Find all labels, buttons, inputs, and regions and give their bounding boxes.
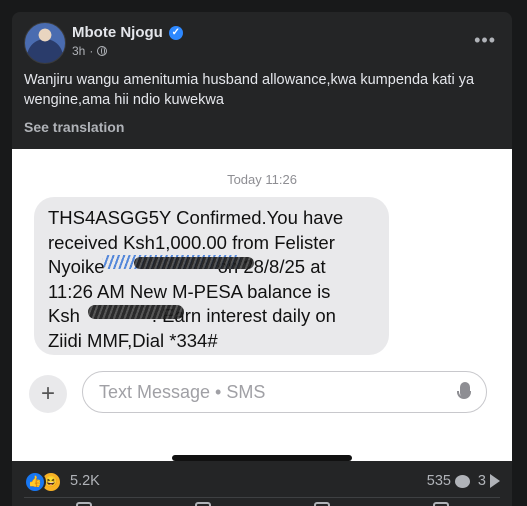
- reactions-row: 👍 😆 5.2K 535 3: [24, 461, 500, 498]
- like-reaction-icon: 👍: [24, 471, 46, 493]
- post-image[interactable]: Today 11:26 THS4ASGG5Y Confirmed.You hav…: [12, 149, 512, 461]
- reaction-icons[interactable]: 👍 😆: [24, 471, 62, 493]
- globe-icon: [97, 46, 108, 56]
- post-header: Mbote Njogu ✓ 3h · •••: [12, 12, 512, 72]
- see-translation-link[interactable]: See translation: [24, 119, 124, 135]
- verified-badge-icon: ✓: [168, 25, 183, 40]
- redaction-scribble: [134, 257, 254, 269]
- share-icon: [432, 502, 449, 506]
- author-name[interactable]: Mbote Njogu: [72, 24, 163, 41]
- sms-line: Ziidi MMF,Dial *334#: [48, 329, 218, 351]
- sms-line: 11:26 AM New M-PESA balance is: [48, 280, 331, 302]
- redaction-scribble: [88, 305, 184, 319]
- reactions-count[interactable]: 5.2K: [70, 473, 100, 489]
- add-attachment-button[interactable]: +: [29, 375, 67, 413]
- share-button[interactable]: [432, 500, 449, 506]
- comment-icon: [455, 474, 470, 488]
- meta-separator: ·: [89, 44, 94, 58]
- comment-button[interactable]: [194, 500, 211, 506]
- send-icon: [313, 502, 330, 506]
- post-caption: Wanjiru wangu amenitumia husband allowan…: [24, 72, 475, 108]
- post-meta: 3h ·: [72, 44, 108, 58]
- share-icon: [490, 474, 500, 488]
- post-actions: [24, 500, 500, 506]
- author-avatar[interactable]: [24, 22, 66, 64]
- sms-line: THS4ASGG5Y Confirmed.You have: [48, 207, 344, 228]
- sms-timestamp: Today 11:26: [227, 172, 297, 187]
- sms-compose-field[interactable]: Text Message • SMS: [82, 371, 487, 413]
- shares-count: 3: [477, 473, 486, 489]
- like-icon: [75, 502, 92, 506]
- comments-summary[interactable]: 535: [427, 473, 470, 489]
- more-options-icon[interactable]: •••: [474, 30, 496, 51]
- post-time[interactable]: 3h: [72, 44, 85, 58]
- sms-line: received Ksh1,000.00 from Felister: [48, 231, 335, 253]
- shares-summary[interactable]: 3: [478, 473, 500, 489]
- comments-count: 535: [426, 473, 451, 489]
- facebook-post: Mbote Njogu ✓ 3h · ••• Wanjiru wangu ame…: [12, 12, 512, 506]
- microphone-icon[interactable]: [457, 382, 471, 399]
- sms-bubble: THS4ASGG5Y Confirmed.You have received K…: [34, 197, 389, 355]
- comment-icon: [194, 502, 211, 506]
- like-button[interactable]: [75, 500, 92, 506]
- send-button[interactable]: [313, 500, 330, 506]
- author-row: Mbote Njogu ✓: [72, 24, 183, 41]
- sms-message: THS4ASGG5Y Confirmed.You have received K…: [48, 206, 378, 353]
- compose-placeholder: Text Message • SMS: [99, 382, 266, 402]
